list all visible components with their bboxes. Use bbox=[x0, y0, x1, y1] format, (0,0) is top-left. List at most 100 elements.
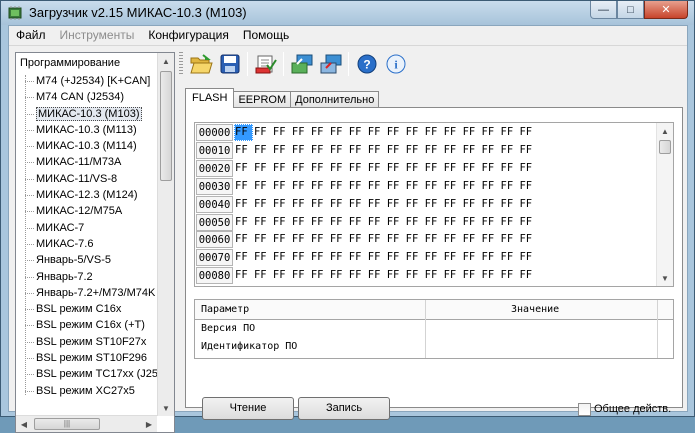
hex-bytes[interactable]: FF FF FF FF FF FF FF FF FF FF FF FF FF F… bbox=[235, 142, 532, 159]
close-button[interactable]: ✕ bbox=[644, 1, 688, 19]
hex-row[interactable]: 00000 FF FF FF FF FF FF FF FF FF FF FF FF… bbox=[195, 124, 657, 142]
tree-vertical-scrollbar[interactable]: ▲ ▼ bbox=[157, 53, 174, 416]
title-bar[interactable]: Загрузчик v2.15 МИКАС-10.3 (M103) — □ ✕ bbox=[1, 1, 694, 25]
hex-row[interactable]: 00060 FF FF FF FF FF FF FF FF FF FF FF FF… bbox=[195, 231, 657, 249]
ecu-tree[interactable]: Программирование M74 (+J2534) [K+CAN] M74… bbox=[15, 52, 175, 433]
flash-tab-panel: 00000 FF FF FF FF FF FF FF FF FF FF FF FF… bbox=[185, 107, 683, 420]
write-ecu-button[interactable] bbox=[316, 50, 345, 78]
tree-item-label: МИКАС-11/VS-8 bbox=[36, 172, 118, 185]
column-header-param[interactable]: Параметр bbox=[201, 304, 249, 315]
info-button[interactable]: i bbox=[381, 50, 410, 78]
scroll-right-icon[interactable]: ▶ bbox=[141, 416, 157, 432]
scroll-up-icon[interactable]: ▲ bbox=[158, 53, 174, 69]
hex-bytes[interactable]: FF FF FF FF FF FF FF FF FF FF FF FF FF F… bbox=[235, 124, 532, 141]
tree-horizontal-scrollbar[interactable]: ◀ ||| ▶ bbox=[16, 415, 157, 432]
tree-item[interactable]: Январь-5/VS-5 bbox=[16, 252, 166, 268]
tree-item[interactable]: МИКАС-11/M73A bbox=[16, 154, 166, 170]
tree-item[interactable]: Январь-7.2 bbox=[16, 269, 166, 285]
read-ecu-button[interactable] bbox=[287, 50, 316, 78]
menu-help[interactable]: Помощь bbox=[236, 26, 296, 45]
tree-item[interactable]: МИКАС-7.6 bbox=[16, 236, 166, 252]
tree-item[interactable]: BSL режим TC17xx (J25 bbox=[16, 366, 166, 382]
window-title: Загрузчик v2.15 МИКАС-10.3 (M103) bbox=[29, 5, 247, 20]
common-action-checkbox[interactable]: Общее действ. bbox=[578, 401, 671, 417]
tree-item[interactable]: МИКАС-10.3 (M113) bbox=[16, 122, 166, 138]
tree-item-label: Январь-7.2+/M73/M74K bbox=[36, 286, 156, 299]
hex-bytes[interactable]: FF FF FF FF FF FF FF FF FF FF FF FF FF F… bbox=[235, 214, 532, 231]
open-folder-button[interactable] bbox=[186, 50, 215, 78]
tree-item-label: МИКАС-10.3 (M114) bbox=[36, 140, 137, 153]
tree-scroll-thumb[interactable] bbox=[160, 71, 172, 181]
hex-bytes[interactable]: FF FF FF FF FF FF FF FF FF FF FF FF FF F… bbox=[235, 249, 532, 266]
scroll-left-icon[interactable]: ◀ bbox=[16, 416, 32, 432]
checklist-button[interactable] bbox=[251, 50, 280, 78]
menu-configuration[interactable]: Конфигурация bbox=[141, 26, 236, 45]
table-row[interactable]: Идентификатор ПО bbox=[201, 338, 297, 356]
tree-items: M74 (+J2534) [K+CAN] M74 CAN (J2534) МИКАС… bbox=[16, 73, 166, 399]
tree-item[interactable]: Январь-7.2+/M73/M74K bbox=[16, 285, 166, 301]
hex-address: 00020 bbox=[196, 159, 233, 177]
tree-item-label: BSL режим ST10F27x bbox=[36, 335, 147, 348]
client-area: Файл Инструменты Конфигурация Помощь Про… bbox=[8, 25, 688, 433]
hex-row[interactable]: 00030 FF FF FF FF FF FF FF FF FF FF FF FF… bbox=[195, 177, 657, 196]
tree-item[interactable]: M74 (+J2534) [K+CAN] bbox=[16, 73, 166, 89]
tree-root-programming[interactable]: Программирование bbox=[20, 57, 120, 69]
hex-bytes[interactable]: FF FF FF FF FF FF FF FF FF FF FF FF FF F… bbox=[235, 196, 532, 213]
hex-editor[interactable]: 00000 FF FF FF FF FF FF FF FF FF FF FF FF… bbox=[194, 122, 674, 287]
table-row[interactable]: Версия ПО bbox=[201, 320, 255, 338]
toolbar-grip[interactable] bbox=[179, 52, 183, 76]
checkbox-label: Общее действ. bbox=[594, 403, 672, 415]
hex-bytes[interactable]: FF FF FF FF FF FF FF FF FF FF FF FF FF F… bbox=[235, 178, 532, 195]
tree-item-label: Январь-5/VS-5 bbox=[36, 254, 111, 267]
minimize-button[interactable]: — bbox=[590, 1, 617, 19]
scroll-down-icon[interactable]: ▼ bbox=[158, 400, 174, 416]
tree-item[interactable]: M74 CAN (J2534) bbox=[16, 89, 166, 105]
tab-eeprom[interactable]: EEPROM bbox=[233, 91, 292, 108]
tree-item[interactable]: BSL режим ST10F27x bbox=[16, 334, 166, 350]
hex-row[interactable]: 00020 FF FF FF FF FF FF FF FF FF FF FF FF… bbox=[195, 159, 657, 178]
menu-file[interactable]: Файл bbox=[9, 26, 53, 45]
menu-tools[interactable]: Инструменты bbox=[53, 26, 142, 45]
hex-vertical-scrollbar[interactable]: ▲ ▼ bbox=[656, 123, 673, 286]
hex-address: 00080 bbox=[196, 267, 233, 285]
read-ecu-icon bbox=[291, 54, 312, 74]
hex-row[interactable]: 00050 FF FF FF FF FF FF FF FF FF FF FF FF… bbox=[195, 213, 657, 232]
column-header-value[interactable]: Значение bbox=[511, 304, 559, 315]
column-divider bbox=[657, 300, 658, 358]
hex-bytes[interactable]: FF FF FF FF FF FF FF FF FF FF FF FF FF F… bbox=[235, 160, 532, 177]
tab-flash[interactable]: FLASH bbox=[185, 88, 235, 108]
params-header: Параметр Значение bbox=[195, 300, 673, 320]
scroll-down-icon[interactable]: ▼ bbox=[657, 270, 673, 286]
tree-item-label: МИКАС-7 bbox=[36, 221, 85, 234]
hex-row[interactable]: 00040 FF FF FF FF FF FF FF FF FF FF FF FF… bbox=[195, 195, 657, 214]
hex-address: 00010 bbox=[196, 141, 233, 159]
hex-row[interactable]: 00010 FF FF FF FF FF FF FF FF FF FF FF FF… bbox=[195, 141, 657, 160]
tree-item[interactable]: BSL режим ST10F296 bbox=[16, 350, 166, 366]
tree-item[interactable]: МИКАС-12/M75A bbox=[16, 203, 166, 219]
hex-scroll-thumb[interactable] bbox=[659, 140, 671, 154]
app-window: Загрузчик v2.15 МИКАС-10.3 (M103) — □ ✕ … bbox=[0, 0, 695, 433]
tree-item[interactable]: BSL режим C16x bbox=[16, 301, 166, 317]
hex-row[interactable]: 00080 FF FF FF FF FF FF FF FF FF FF FF FF… bbox=[195, 267, 657, 285]
tree-item-label: МИКАС-11/M73A bbox=[36, 156, 122, 169]
tree-item[interactable]: BSL режим C16x (+T) bbox=[16, 317, 166, 333]
hex-address: 00070 bbox=[196, 249, 233, 267]
save-button[interactable] bbox=[215, 50, 244, 78]
help-button[interactable]: ? bbox=[352, 50, 381, 78]
tab-additional[interactable]: Дополнительно bbox=[290, 91, 380, 108]
scroll-up-icon[interactable]: ▲ bbox=[657, 123, 673, 139]
hex-row[interactable]: 00070 FF FF FF FF FF FF FF FF FF FF FF FF… bbox=[195, 249, 657, 267]
tree-hscroll-thumb[interactable]: ||| bbox=[34, 418, 100, 430]
tree-item[interactable]: МИКАС-7 bbox=[16, 220, 166, 236]
tree-item[interactable]: МИКАС-10.3 (M103) bbox=[16, 106, 166, 122]
checkbox-box[interactable] bbox=[578, 402, 591, 416]
hex-bytes[interactable]: FF FF FF FF FF FF FF FF FF FF FF FF FF F… bbox=[235, 267, 532, 284]
tree-item[interactable]: МИКАС-11/VS-8 bbox=[16, 171, 166, 187]
tree-item[interactable]: МИКАС-12.3 (M124) bbox=[16, 187, 166, 203]
tree-item[interactable]: BSL режим XC27x5 bbox=[16, 383, 166, 399]
maximize-button[interactable]: □ bbox=[617, 1, 644, 19]
tree-item-label: BSL режим C16x bbox=[36, 303, 122, 316]
tree-item-label: M74 CAN (J2534) bbox=[36, 91, 125, 104]
hex-bytes[interactable]: FF FF FF FF FF FF FF FF FF FF FF FF FF F… bbox=[235, 231, 532, 248]
tree-item[interactable]: МИКАС-10.3 (M114) bbox=[16, 138, 166, 154]
